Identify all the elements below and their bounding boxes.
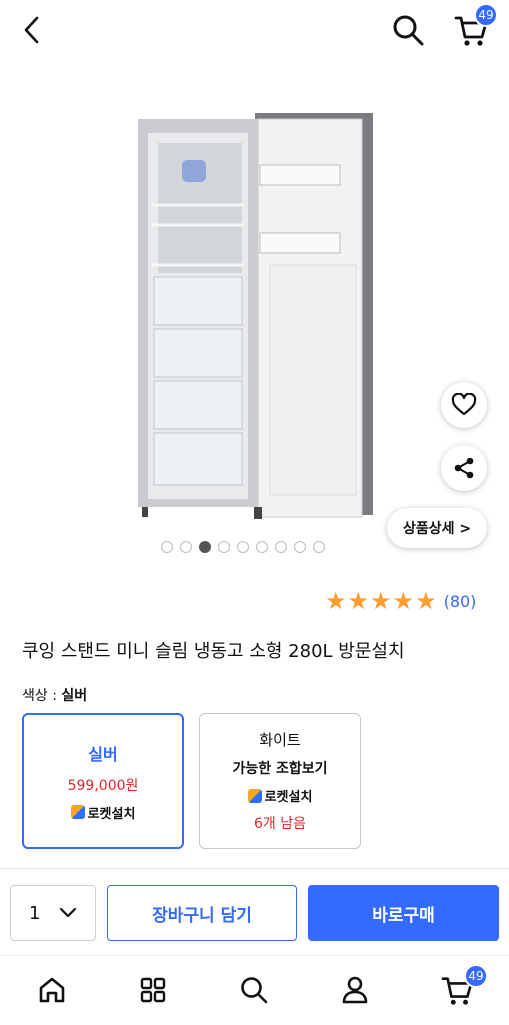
- rocket-install-label: 로켓설치: [264, 790, 313, 805]
- option-price: 599,000원: [67, 777, 139, 794]
- chevron-down-icon: [59, 907, 77, 918]
- nav-home[interactable]: [32, 970, 72, 1010]
- page-dot-active[interactable]: [199, 541, 211, 553]
- rating[interactable]: ★ ★ ★ ★ ★ (80): [325, 589, 476, 613]
- product-image[interactable]: [120, 105, 390, 525]
- add-to-cart-label: 장바구니 담기: [152, 905, 252, 926]
- rocket-install-label: 로켓설치: [87, 806, 136, 822]
- star-icon: ★: [370, 587, 392, 615]
- color-label-row: 색상 : 실버: [22, 685, 87, 705]
- page-dot[interactable]: [161, 541, 173, 553]
- page-dot[interactable]: [313, 541, 325, 553]
- page-dot[interactable]: [180, 541, 192, 553]
- buy-now-button[interactable]: 바로구매: [308, 885, 499, 941]
- grid-icon: [140, 977, 166, 1003]
- color-label: 색상 :: [22, 688, 62, 704]
- rocket-install-badge: 로켓설치: [247, 786, 313, 805]
- option-stock: 6개 남음: [254, 816, 306, 832]
- option-name: 화이트: [259, 731, 301, 749]
- rocket-icon: [247, 788, 262, 803]
- chevron-left-icon: [24, 16, 39, 44]
- nav-search[interactable]: [234, 970, 274, 1010]
- wishlist-button[interactable]: [441, 382, 487, 428]
- product-title: 쿠잉 스탠드 미니 슬림 냉동고 소형 280L 방문설치: [22, 641, 405, 662]
- buy-now-label: 바로구매: [372, 905, 435, 926]
- home-icon: [39, 977, 65, 1003]
- option-name: 실버: [88, 744, 118, 764]
- color-option-silver[interactable]: 실버 599,000원 로켓설치: [22, 713, 184, 849]
- purchase-bar: 1 장바구니 담기 바로구매: [0, 868, 509, 955]
- image-pagination: [161, 541, 325, 553]
- nav-cart-count-badge: 49: [464, 964, 488, 988]
- user-icon: [342, 976, 368, 1004]
- product-detail-button[interactable]: 상품상세 >: [387, 508, 487, 548]
- nav-categories[interactable]: [133, 970, 173, 1010]
- page-dot[interactable]: [294, 541, 306, 553]
- option-combination-note: 가능한 조합보기: [232, 761, 328, 777]
- product-detail-label: 상품상세 >: [402, 521, 472, 537]
- search-button[interactable]: [388, 10, 428, 50]
- nav-my-account[interactable]: [335, 970, 375, 1010]
- star-icon: ★: [392, 587, 415, 615]
- quantity-select[interactable]: 1: [10, 885, 96, 941]
- rocket-icon: [70, 805, 85, 819]
- star-icon: ★: [347, 587, 370, 615]
- search-icon: [241, 977, 268, 1004]
- review-count[interactable]: (80): [444, 592, 477, 611]
- share-button[interactable]: [441, 445, 487, 491]
- bottom-navigation: 49: [0, 955, 509, 1025]
- back-button[interactable]: [14, 12, 50, 48]
- rocket-install-badge: 로켓설치: [70, 803, 136, 822]
- quantity-value: 1: [29, 902, 41, 924]
- search-icon: [393, 15, 424, 46]
- share-icon: [454, 457, 474, 479]
- page-dot[interactable]: [256, 541, 268, 553]
- star-icon: ★: [415, 587, 437, 615]
- add-to-cart-button[interactable]: 장바구니 담기: [107, 885, 297, 941]
- cart-count-badge: 49: [474, 3, 498, 27]
- color-option-white[interactable]: 화이트 가능한 조합보기 로켓설치 6개 남음: [199, 713, 361, 849]
- page-dot[interactable]: [237, 541, 249, 553]
- page-dot[interactable]: [275, 541, 287, 553]
- star-icon: ★: [325, 587, 347, 615]
- color-value: 실버: [61, 688, 88, 704]
- heart-icon: [451, 393, 477, 416]
- page-dot[interactable]: [218, 541, 230, 553]
